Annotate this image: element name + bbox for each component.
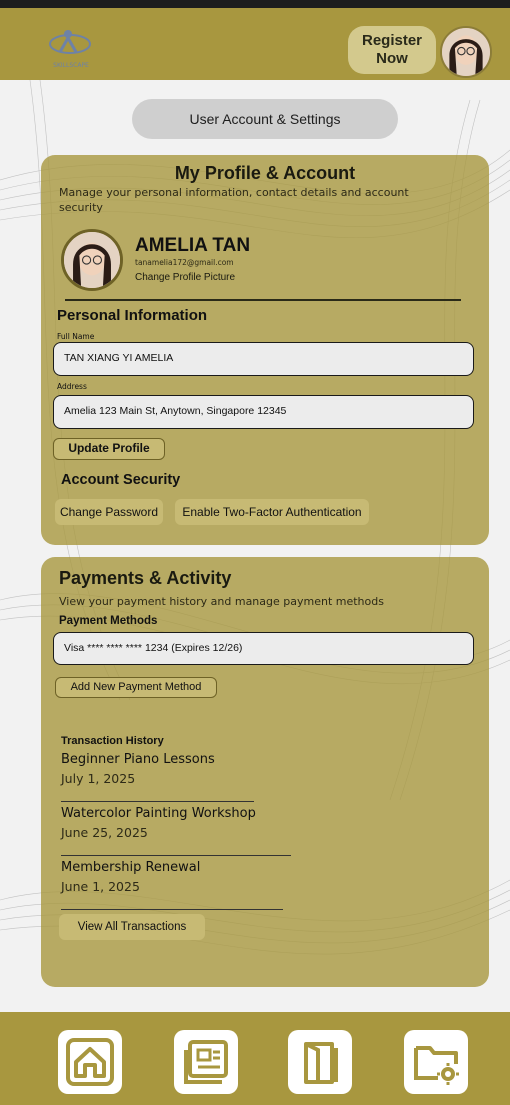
transaction-divider	[61, 801, 254, 802]
transaction-name: Beginner Piano Lessons	[61, 752, 215, 767]
profile-email: tanamelia172@gmail.com	[135, 258, 234, 267]
transaction-date: June 25, 2025	[61, 825, 148, 840]
transaction-date: July 1, 2025	[61, 771, 136, 786]
payment-methods-heading: Payment Methods	[59, 615, 158, 627]
avatar-photo-icon	[442, 28, 490, 76]
folder-settings-icon	[414, 1046, 459, 1085]
top-edge	[0, 0, 510, 8]
transaction-history-heading: Transaction History	[61, 735, 164, 747]
personal-info-heading: Personal Information	[57, 307, 208, 324]
nav-news-button[interactable]	[174, 1030, 238, 1094]
transaction-divider	[61, 855, 291, 856]
change-profile-picture-link[interactable]: Change Profile Picture	[135, 272, 235, 283]
nav-home-button[interactable]	[58, 1030, 122, 1094]
profile-card-title: My Profile & Account	[174, 163, 356, 183]
transaction-name: Watercolor Painting Workshop	[61, 806, 256, 821]
user-avatar[interactable]	[440, 26, 492, 78]
profile-divider	[65, 299, 461, 301]
two-factor-button[interactable]: Enable Two-Factor Authentication	[175, 499, 369, 525]
transaction-date: June 1, 2025	[61, 879, 140, 894]
register-now-button[interactable]: Register Now	[348, 26, 436, 74]
account-security-heading: Account Security	[61, 472, 181, 488]
full-name-label: Full Name	[57, 332, 95, 341]
change-password-button[interactable]: Change Password	[55, 499, 163, 525]
logo-icon: SKILLSCAPE	[49, 30, 91, 69]
nav-book-button[interactable]	[288, 1030, 352, 1094]
transaction-divider	[61, 909, 283, 910]
add-payment-method-button[interactable]: Add New Payment Method	[55, 677, 217, 698]
profile-picture[interactable]	[61, 229, 123, 291]
update-profile-button[interactable]: Update Profile	[53, 438, 165, 460]
full-name-field[interactable]: TAN XIANG YI AMELIA	[53, 342, 474, 376]
skillscape-logo[interactable]: SKILLSCAPE	[32, 24, 110, 70]
book-icon	[304, 1042, 338, 1084]
news-icon	[184, 1040, 228, 1084]
profile-card-subtitle: Manage your personal information, contac…	[59, 186, 409, 214]
bottom-nav	[0, 1012, 510, 1105]
address-field[interactable]: Amelia 123 Main St, Anytown, Singapore 1…	[53, 395, 474, 429]
nav-settings-folder-button[interactable]	[404, 1030, 468, 1094]
profile-card: My Profile & Account Manage your persona…	[41, 155, 489, 545]
profile-photo-icon	[64, 232, 120, 288]
payment-card-field[interactable]: Visa **** **** **** 1234 (Expires 12/26)	[53, 632, 474, 665]
payments-card-subtitle: View your payment history and manage pay…	[59, 595, 384, 608]
view-all-transactions-button[interactable]: View All Transactions	[59, 914, 205, 940]
page-title-tab[interactable]: User Account & Settings	[132, 99, 398, 139]
logo-text: SKILLSCAPE	[53, 62, 89, 69]
address-label: Address	[57, 382, 87, 391]
payments-card-title: Payments & Activity	[59, 568, 232, 588]
transaction-name: Membership Renewal	[61, 860, 201, 875]
home-icon	[66, 1038, 114, 1086]
top-bar: SKILLSCAPE Register Now	[0, 8, 510, 80]
payments-card: Payments & Activity View your payment hi…	[41, 557, 489, 987]
profile-name: AMELIA TAN	[135, 235, 251, 256]
